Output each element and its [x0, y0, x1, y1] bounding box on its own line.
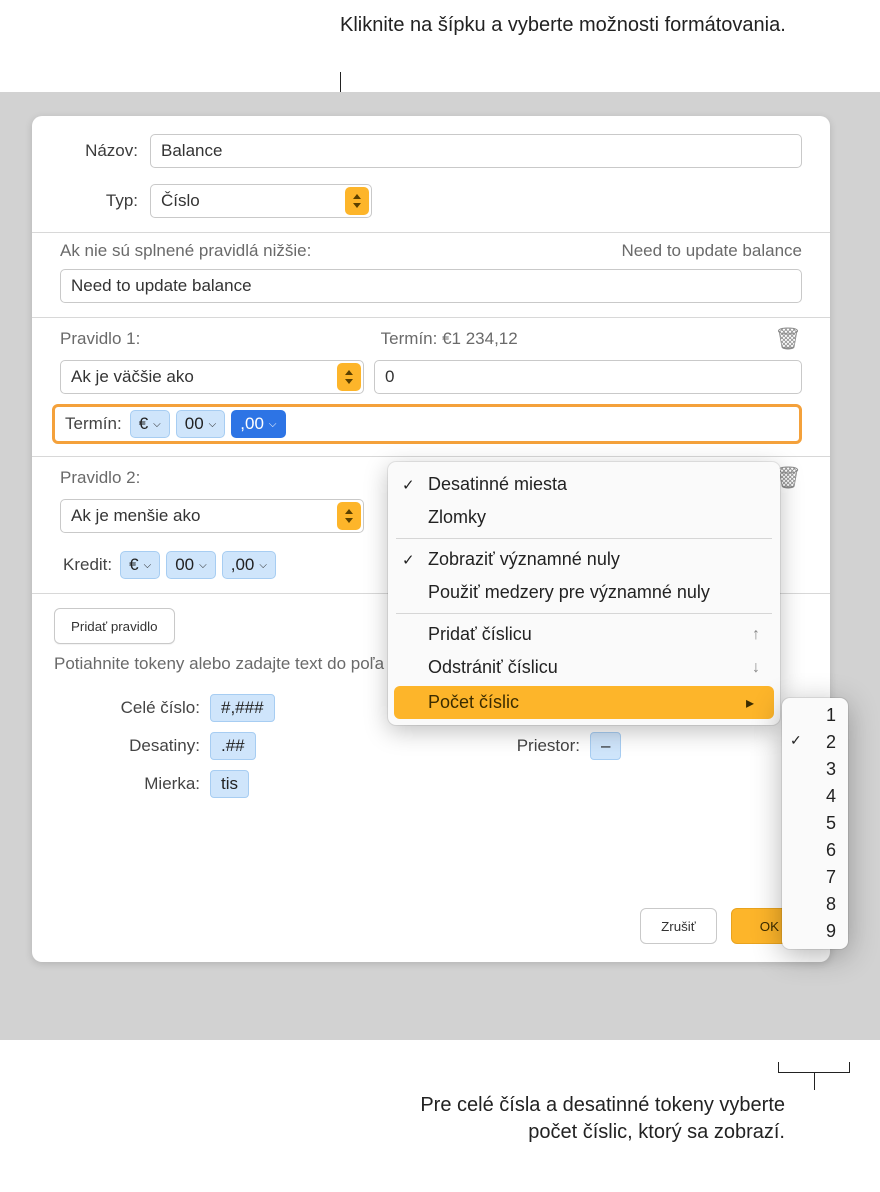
- scale-token[interactable]: tis: [210, 770, 249, 798]
- chevron-down-icon: ⌵: [144, 560, 152, 571]
- integer-token-label: Celé číslo:: [60, 698, 210, 718]
- rule2-condition-value: Ak je menšie ako: [71, 506, 200, 526]
- chevron-down-icon: ⌵: [153, 419, 161, 430]
- check-icon: ✓: [402, 476, 415, 494]
- chevron-right-icon: ▸: [746, 693, 754, 713]
- annotation-top: Kliknite na šípku a vyberte možnosti for…: [340, 12, 786, 39]
- arrow-down-icon: ↓: [752, 659, 760, 677]
- divider: [32, 317, 830, 318]
- add-rule-button[interactable]: Pridať pravidlo: [54, 608, 175, 644]
- annotation-bottom: Pre celé čísla a desatinné tokeny vybert…: [415, 1092, 785, 1146]
- submenu-item-7[interactable]: 7: [782, 864, 848, 891]
- default-rule-label: Ak nie sú splnené pravidlá nižšie:: [60, 241, 311, 261]
- check-icon: ✓: [790, 732, 802, 749]
- arrow-up-icon: ↑: [752, 626, 760, 644]
- submenu-item-4[interactable]: 4: [782, 783, 848, 810]
- rule2-decimal-token[interactable]: ,00⌵: [222, 551, 276, 579]
- check-icon: ✓: [402, 551, 415, 569]
- type-label: Typ:: [60, 191, 138, 211]
- chevron-down-icon: ⌵: [259, 560, 267, 571]
- chevron-down-icon: ⌵: [209, 419, 217, 430]
- menu-item-decimals[interactable]: ✓ Desatinné miesta: [388, 468, 780, 501]
- menu-item-fractions[interactable]: Zlomky: [388, 501, 780, 534]
- submenu-item-2[interactable]: ✓2: [782, 729, 848, 756]
- menu-item-add-digit[interactable]: Pridať číslicu ↑: [388, 618, 780, 651]
- digit-count-submenu[interactable]: 1 ✓2 3 4 5 6 7 8 9: [782, 698, 848, 949]
- submenu-item-6[interactable]: 6: [782, 837, 848, 864]
- scale-token-label: Mierka:: [60, 774, 210, 794]
- menu-divider: [396, 613, 772, 614]
- default-rule-preview: Need to update balance: [621, 241, 802, 261]
- rule1-token-strip[interactable]: Termín: €⌵ 00⌵ ,00⌵: [52, 404, 802, 444]
- space-token-label: Priestor:: [330, 736, 590, 756]
- rule1-decimal-token[interactable]: ,00⌵: [231, 410, 285, 438]
- stepper-icon: [337, 363, 361, 391]
- divider: [32, 232, 830, 233]
- divider: [32, 456, 830, 457]
- submenu-item-5[interactable]: 5: [782, 810, 848, 837]
- rule1-title: Pravidlo 1:: [60, 329, 140, 349]
- rule1-preview: Termín: €1 234,12: [381, 329, 518, 349]
- menu-item-digit-count[interactable]: Počet číslic ▸: [394, 686, 774, 719]
- chevron-down-icon: ⌵: [269, 419, 277, 430]
- submenu-item-1[interactable]: 1: [782, 702, 848, 729]
- rule1-condition-value: Ak je väčšie ako: [71, 367, 194, 387]
- chevron-down-icon: ⌵: [199, 560, 207, 571]
- trash-icon[interactable]: 🗑: [774, 326, 802, 352]
- name-input[interactable]: [150, 134, 802, 168]
- menu-divider: [396, 538, 772, 539]
- rule2-currency-token[interactable]: €⌵: [120, 551, 160, 579]
- integer-token[interactable]: #,###: [210, 694, 275, 722]
- name-label: Názov:: [60, 141, 138, 161]
- format-options-menu[interactable]: ✓ Desatinné miesta Zlomky ✓ Zobraziť výz…: [388, 462, 780, 725]
- stepper-icon: [337, 502, 361, 530]
- rule2-integer-token[interactable]: 00⌵: [166, 551, 216, 579]
- submenu-item-9[interactable]: 9: [782, 918, 848, 945]
- callout-bracket: [778, 1062, 850, 1088]
- rule2-title: Pravidlo 2:: [60, 468, 140, 488]
- decimal-token-label: Desatiny:: [60, 736, 210, 756]
- rule2-condition-select[interactable]: Ak je menšie ako: [60, 499, 364, 533]
- submenu-item-3[interactable]: 3: [782, 756, 848, 783]
- submenu-item-8[interactable]: 8: [782, 891, 848, 918]
- cancel-button[interactable]: Zrušiť: [640, 908, 717, 944]
- rule1-condition-select[interactable]: Ak je väčšie ako: [60, 360, 364, 394]
- rule1-token-label: Termín:: [65, 414, 122, 434]
- rule2-token-label: Kredit:: [63, 555, 112, 575]
- rule1-condition-number[interactable]: [374, 360, 802, 394]
- stepper-icon: [345, 187, 369, 215]
- menu-item-space-sig-zeros[interactable]: Použiť medzery pre významné nuly: [388, 576, 780, 609]
- menu-item-remove-digit[interactable]: Odstrániť číslicu ↓: [388, 651, 780, 684]
- decimal-token[interactable]: .##: [210, 732, 256, 760]
- space-token[interactable]: –: [590, 732, 621, 760]
- rule1-currency-token[interactable]: €⌵: [130, 410, 170, 438]
- rule1-integer-token[interactable]: 00⌵: [176, 410, 226, 438]
- type-select[interactable]: Číslo: [150, 184, 372, 218]
- default-rule-input[interactable]: [60, 269, 802, 303]
- type-select-value: Číslo: [161, 191, 200, 211]
- menu-item-show-sig-zeros[interactable]: ✓ Zobraziť významné nuly: [388, 543, 780, 576]
